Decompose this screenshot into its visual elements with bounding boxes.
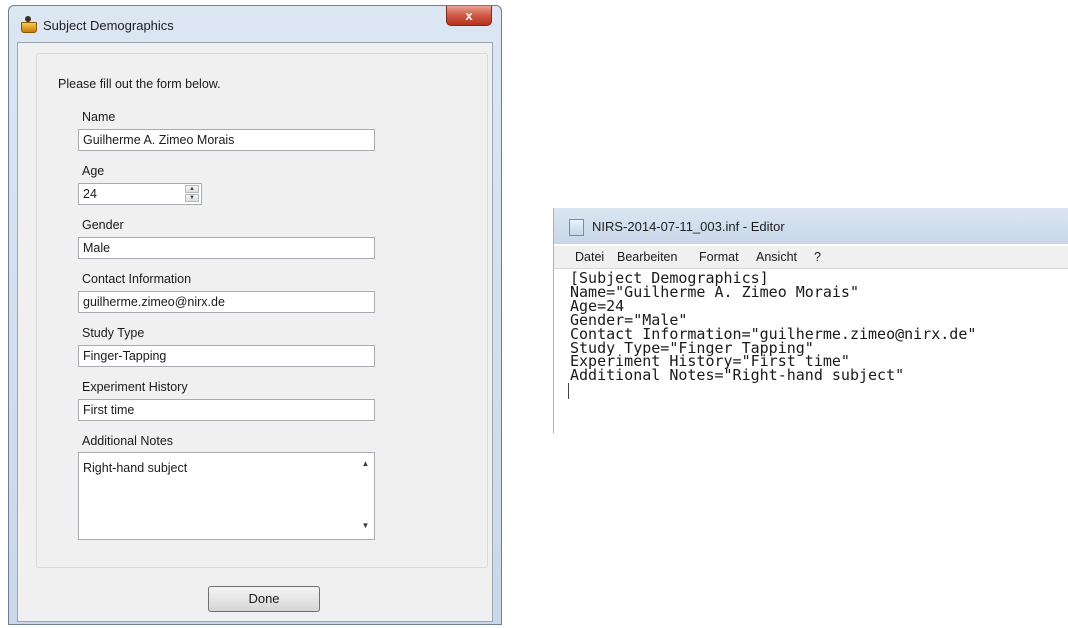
additional-notes-label: Additional Notes: [82, 434, 174, 448]
editor-titlebar[interactable]: NIRS-2014-07-11_003.inf - Editor: [554, 208, 1068, 244]
editor-line: Name="Guilherme A. Zimeo Morais": [570, 282, 859, 301]
dialog-title: Subject Demographics: [43, 18, 174, 33]
name-field[interactable]: [78, 129, 375, 151]
scroll-up-icon[interactable]: ▲: [357, 459, 374, 473]
gender-field[interactable]: [78, 237, 375, 259]
spin-down-icon[interactable]: ▼: [185, 194, 199, 202]
app-icon: [21, 16, 37, 33]
spin-up-icon[interactable]: ▲: [185, 185, 199, 193]
notes-scrollbar[interactable]: ▲ ▼: [357, 453, 374, 539]
additional-notes-value: Right-hand subject: [83, 461, 188, 475]
menu-ansicht[interactable]: Ansicht: [756, 250, 797, 264]
editor-text-area[interactable]: [Subject Demographics] Name="Guilherme A.…: [570, 271, 976, 385]
contact-information-field[interactable]: [78, 291, 375, 313]
menu-datei[interactable]: Datei: [575, 250, 604, 264]
experiment-history-field[interactable]: [78, 399, 375, 421]
editor-line: Additional Notes="Right-hand subject": [570, 366, 905, 385]
text-caret: [568, 383, 569, 399]
menu-format[interactable]: Format: [699, 250, 739, 264]
scroll-down-icon[interactable]: ▼: [357, 521, 374, 535]
menu-help[interactable]: ?: [814, 250, 821, 264]
notepad-icon: [569, 219, 584, 236]
gender-label: Gender: [82, 218, 124, 232]
age-stepper[interactable]: 24 ▲ ▼: [78, 183, 202, 205]
dialog-client-area: Please fill out the form below. Name Age…: [17, 42, 493, 622]
dialog-titlebar[interactable]: Subject Demographics x: [9, 6, 501, 42]
done-button[interactable]: Done: [208, 586, 320, 612]
study-type-field[interactable]: [78, 345, 375, 367]
age-label: Age: [82, 164, 105, 178]
experiment-history-label: Experiment History: [82, 380, 188, 394]
editor-title: NIRS-2014-07-11_003.inf - Editor: [592, 219, 785, 234]
contact-information-label: Contact Information: [82, 272, 192, 286]
menu-bearbeiten[interactable]: Bearbeiten: [617, 250, 677, 264]
editor-menubar: Datei Bearbeiten Format Ansicht ?: [554, 246, 1068, 269]
additional-notes-textarea[interactable]: Right-hand subject ▲ ▼: [78, 452, 375, 540]
subject-demographics-dialog: Subject Demographics x Please fill out t…: [8, 5, 502, 625]
close-button[interactable]: x: [446, 6, 492, 26]
study-type-label: Study Type: [82, 326, 145, 340]
form-instructions: Please fill out the form below.: [58, 77, 221, 91]
name-label: Name: [82, 110, 116, 124]
editor-window: NIRS-2014-07-11_003.inf - Editor Datei B…: [553, 208, 1068, 433]
age-value: 24: [83, 187, 97, 201]
